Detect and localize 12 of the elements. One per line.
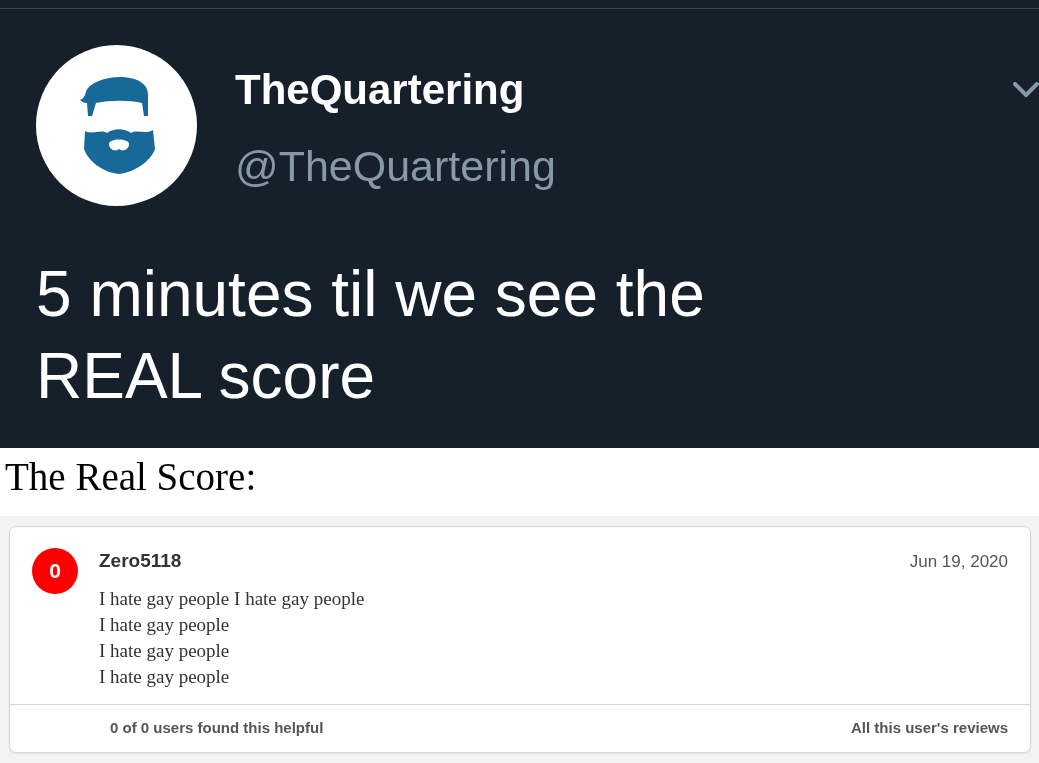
score-badge: 0 <box>32 548 78 594</box>
user-reviews-link[interactable]: All this user's reviews <box>851 717 1008 740</box>
author-handle: @TheQuartering <box>235 141 556 191</box>
tweet-text: 5 minutes til we see the REAL score <box>36 257 706 414</box>
caption-heading: The Real Score: <box>5 454 257 500</box>
reviewer-name[interactable]: Zero5118 <box>99 550 182 572</box>
bearded-head-avatar-icon <box>36 45 197 206</box>
author-name[interactable]: TheQuartering <box>235 65 525 115</box>
review-text: I hate gay people I hate gay people I hate gay people I hate gay people I hate gay people <box>99 587 365 689</box>
chevron-down-icon[interactable] <box>1013 82 1039 98</box>
helpful-count: 0 of 0 users found this helpful <box>110 718 324 739</box>
review-date: Jun 19, 2020 <box>909 551 1008 573</box>
